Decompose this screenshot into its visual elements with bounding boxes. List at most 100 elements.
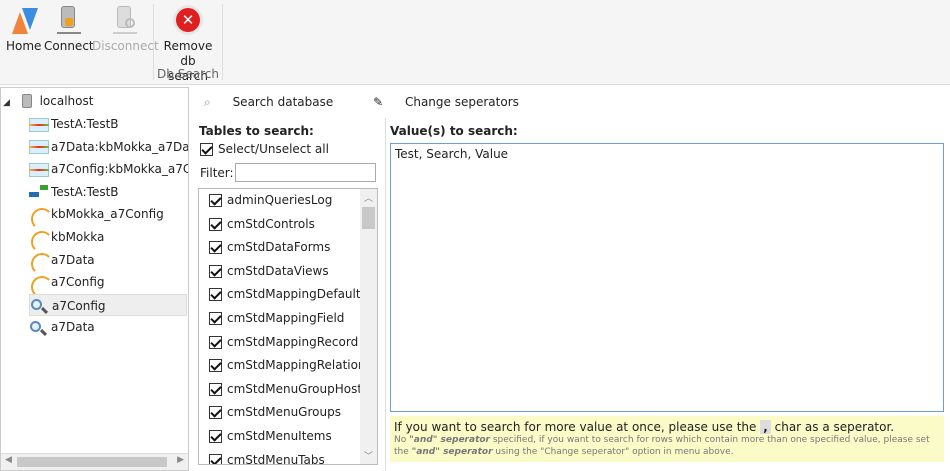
checkbox[interactable] <box>209 406 222 420</box>
change-seperators-button[interactable]: ✎ Change seperators <box>373 95 537 109</box>
table-name: cmStdMenuGroupHosts <box>227 381 369 396</box>
table-name: cmStdDataViews <box>227 263 329 278</box>
tree-item-label: a7Config <box>52 298 106 313</box>
hint-detail: using the "Change seperator" option in m… <box>492 447 734 457</box>
search-icon <box>29 320 49 336</box>
tree-item[interactable]: TestA:TestB <box>29 113 187 135</box>
checkbox[interactable] <box>209 335 222 349</box>
tree-item-label: a7Config <box>51 275 105 290</box>
tree-item[interactable]: a7Data:kbMokka_a7Data <box>29 136 189 158</box>
connect-button[interactable]: Connect <box>44 4 94 54</box>
values-textarea[interactable]: Test, Search, Value <box>390 143 944 412</box>
arc-icon <box>29 275 53 298</box>
table-list-item[interactable]: adminQueriesLog <box>209 190 332 210</box>
tree-item[interactable]: kbMokka <box>29 226 187 253</box>
scroll-up-icon[interactable]: ︿ <box>364 191 373 204</box>
toolbar-separator <box>222 4 223 80</box>
tree-item[interactable]: TestA:TestB <box>29 181 187 203</box>
checkbox[interactable] <box>209 288 222 302</box>
checkbox[interactable] <box>209 241 222 255</box>
edit-icon: ✎ <box>373 95 384 109</box>
tree-item[interactable]: a7Config:kbMokka_a7Confi <box>29 158 188 180</box>
tree-item-label: a7Data <box>51 320 95 335</box>
table-link-icon <box>29 117 49 133</box>
collapse-arrow-icon[interactable]: ◢ <box>3 98 10 108</box>
checkbox[interactable] <box>209 382 222 396</box>
tables-list[interactable]: cmStdMenuTabs cmStdMenuItems cmStdMenuGrou… <box>198 188 378 465</box>
table-name: cmStdMappingRelation <box>227 358 366 373</box>
checkbox[interactable] <box>209 194 222 207</box>
table-list-item[interactable]: cmStdMappingRecord <box>209 332 358 352</box>
table-list-item[interactable]: cmStdMenuGroupHosts <box>209 379 368 399</box>
checkbox[interactable] <box>209 453 222 464</box>
table-list-item[interactable]: cmStdControls <box>209 214 315 234</box>
scroll-right-icon[interactable]: ▶ <box>177 455 184 465</box>
table-list-item[interactable]: cmStdMenuGroups <box>209 402 341 422</box>
hint-detail: No <box>394 435 410 445</box>
tree-item[interactable]: a7Data <box>29 249 187 276</box>
table-link-icon <box>29 162 49 178</box>
filter-label: Filter: <box>200 166 234 180</box>
tree-item-label: a7Data:kbMokka_a7Data <box>51 139 189 154</box>
disconnect-label: Disconnect <box>92 39 159 53</box>
change-seperators-label: Change seperators <box>404 95 519 109</box>
tree-item[interactable]: kbMokka_a7Config <box>29 203 187 230</box>
hint-text: char as a seperator. <box>774 420 895 434</box>
tree-root-label: localhost <box>39 94 94 108</box>
checkbox[interactable] <box>209 430 222 443</box>
server-icon <box>20 93 34 110</box>
search-database-label: Search database <box>232 95 334 109</box>
search-database-button[interactable]: ⌕ Search database <box>204 95 351 109</box>
table-list-item[interactable]: cmStdMappingDefault <box>209 284 361 304</box>
filter-input[interactable] <box>235 163 376 182</box>
table-name: cmStdMappingField <box>227 311 345 325</box>
table-name: adminQueriesLog <box>227 193 333 207</box>
table-name: cmStdMappingRecord <box>227 334 359 349</box>
scrollbar-thumb[interactable] <box>362 207 375 229</box>
values-title: Value(s) to search: <box>390 124 518 138</box>
tree-item[interactable]: a7Config <box>29 271 187 298</box>
checkbox[interactable] <box>209 359 222 373</box>
checkbox[interactable] <box>209 264 222 278</box>
home-icon <box>10 6 38 36</box>
compare-icon <box>29 184 49 200</box>
checkbox[interactable] <box>200 143 213 156</box>
home-button[interactable]: Home <box>6 4 41 54</box>
horizontal-scrollbar[interactable]: ◀ ▶ <box>1 453 188 470</box>
checkbox[interactable] <box>209 217 222 231</box>
select-all-checkbox[interactable]: Select/Unselect all <box>200 142 329 156</box>
home-label: Home <box>6 39 42 53</box>
connection-tree[interactable]: ◢ localhost TestA:TestB a7Data:kbMokka_a7… <box>0 87 189 471</box>
scrollbar-thumb[interactable] <box>17 457 167 467</box>
table-list-item[interactable]: cmStdMenuItems <box>209 426 332 446</box>
scroll-down-icon[interactable]: ﹀ <box>364 449 373 462</box>
table-list-item[interactable]: cmStdDataForms <box>209 237 330 257</box>
connect-label: Connect <box>44 39 94 53</box>
vertical-scrollbar[interactable]: ︿ ﹀ <box>360 189 377 464</box>
tree-root[interactable]: ◢ localhost <box>3 90 93 112</box>
table-list-item[interactable]: cmStdMenuTabs <box>209 450 325 465</box>
toolbar: Home Connect Disconnect ✕ Remove db sear… <box>0 0 950 85</box>
scroll-left-icon[interactable]: ◀ <box>5 455 12 465</box>
tree-item-label: TestA:TestB <box>51 184 119 199</box>
table-list-item[interactable]: cmStdDataViews <box>209 261 329 281</box>
hint-text: If you want to search for more value at … <box>394 420 757 434</box>
table-list-item[interactable]: cmStdMappingField <box>209 308 344 328</box>
group-label: Db Search <box>157 67 219 81</box>
search-menu: ⌕ Search database ✎ Change seperators <box>204 95 555 110</box>
and-separator-term: "and" seperator <box>409 435 490 445</box>
checkbox[interactable] <box>209 312 222 325</box>
server-disconnect-icon <box>111 6 139 36</box>
disconnect-button[interactable]: Disconnect <box>92 4 159 54</box>
table-list-item[interactable]: cmStdMappingRelation <box>209 355 366 375</box>
tree-item-label: TestA:TestB <box>51 117 119 131</box>
tree-item[interactable]: a7Config <box>29 293 187 316</box>
tree-item[interactable]: a7Data <box>29 316 187 338</box>
search-icon <box>30 298 50 315</box>
table-name: cmStdMenuTabs <box>227 452 325 465</box>
arc-icon <box>29 252 53 276</box>
tree-item-label: a7Data <box>51 252 95 267</box>
server-connect-icon <box>55 6 83 36</box>
table-link-icon <box>29 139 49 155</box>
and-separator-term: "and" seperator <box>411 447 493 457</box>
